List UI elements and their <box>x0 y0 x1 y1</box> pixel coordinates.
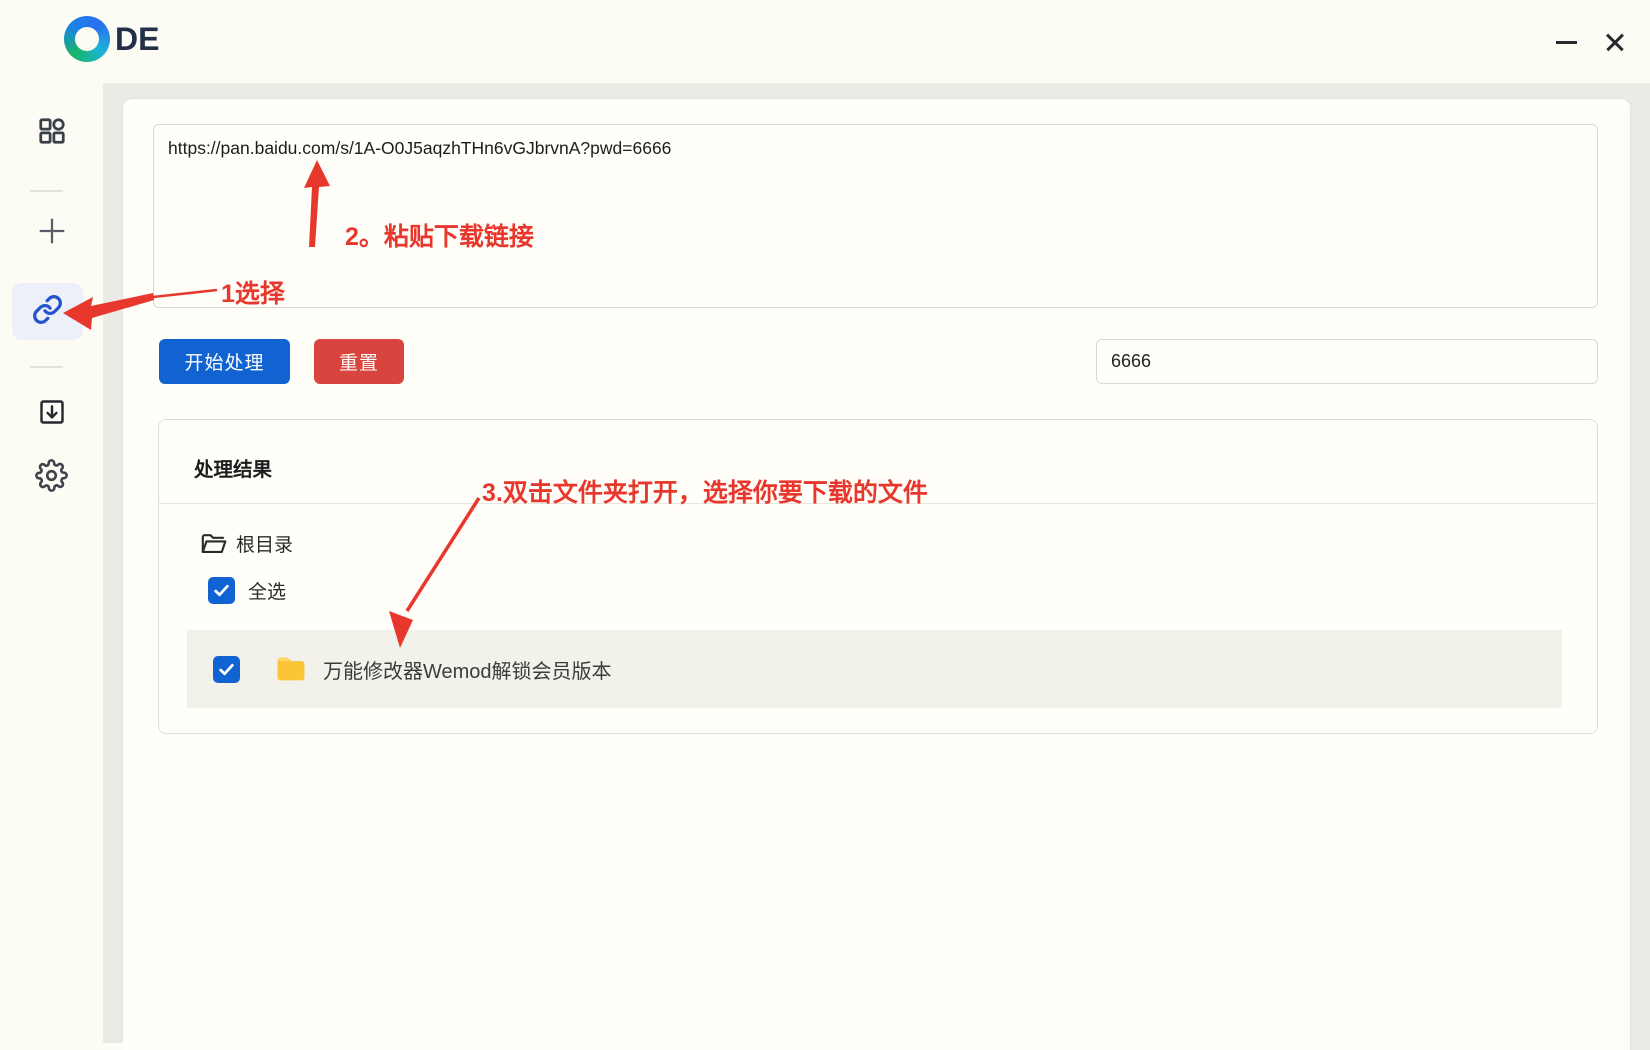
logo-ring-icon <box>64 16 110 62</box>
close-button[interactable] <box>1596 24 1634 60</box>
start-process-button[interactable]: 开始处理 <box>159 339 290 384</box>
result-item-name: 万能修改器Wemod解锁会员版本 <box>323 655 612 684</box>
item-checkbox[interactable] <box>213 656 240 683</box>
link-icon <box>32 294 63 330</box>
titlebar: DE <box>0 0 1650 83</box>
app-window: DE <box>0 0 1650 1050</box>
scrollbar-gap <box>103 1043 123 1050</box>
password-input[interactable] <box>1096 339 1598 384</box>
root-directory-label: 根目录 <box>236 530 293 557</box>
gear-icon <box>35 459 68 497</box>
select-all-row: 全选 <box>208 575 286 605</box>
root-directory-row[interactable]: 根目录 <box>200 528 293 558</box>
annotation-step1-label: 1选择 <box>221 274 285 310</box>
logo-text: DE <box>115 21 159 58</box>
close-icon <box>1605 32 1625 52</box>
sidebar-item-new-task[interactable] <box>0 205 103 261</box>
sidebar-item-settings[interactable] <box>0 450 103 506</box>
app-logo: DE <box>64 16 159 62</box>
minimize-button[interactable] <box>1547 24 1585 60</box>
share-url-textarea[interactable]: https://pan.baidu.com/s/1A-O0J5aqzhTHn6v… <box>153 124 1598 308</box>
results-title: 处理结果 <box>194 453 272 482</box>
sidebar-item-dashboard[interactable] <box>0 105 103 161</box>
sidebar-divider <box>30 366 63 368</box>
sidebar-item-downloads[interactable] <box>0 386 103 442</box>
download-icon <box>38 398 66 431</box>
results-panel: 处理结果 根目录 <box>158 419 1598 734</box>
grid-icon <box>37 116 67 151</box>
sidebar-item-link-parse[interactable] <box>12 283 83 340</box>
select-all-checkbox[interactable] <box>208 577 235 604</box>
open-folder-icon <box>200 531 227 556</box>
sidebar <box>0 83 103 1050</box>
result-item-row[interactable]: 万能修改器Wemod解锁会员版本 <box>187 630 1562 708</box>
select-all-label: 全选 <box>248 577 286 604</box>
reset-button[interactable]: 重置 <box>314 339 404 384</box>
plus-icon <box>36 215 68 252</box>
content-viewport: https://pan.baidu.com/s/1A-O0J5aqzhTHn6v… <box>103 83 1650 1050</box>
annotation-step2-label: 2。粘贴下载链接 <box>345 217 534 253</box>
annotation-step3-label: 3.双击文件夹打开，选择你要下载的文件 <box>482 473 928 509</box>
folder-icon <box>274 653 308 685</box>
minimize-icon <box>1556 41 1577 44</box>
sidebar-divider <box>30 190 63 192</box>
